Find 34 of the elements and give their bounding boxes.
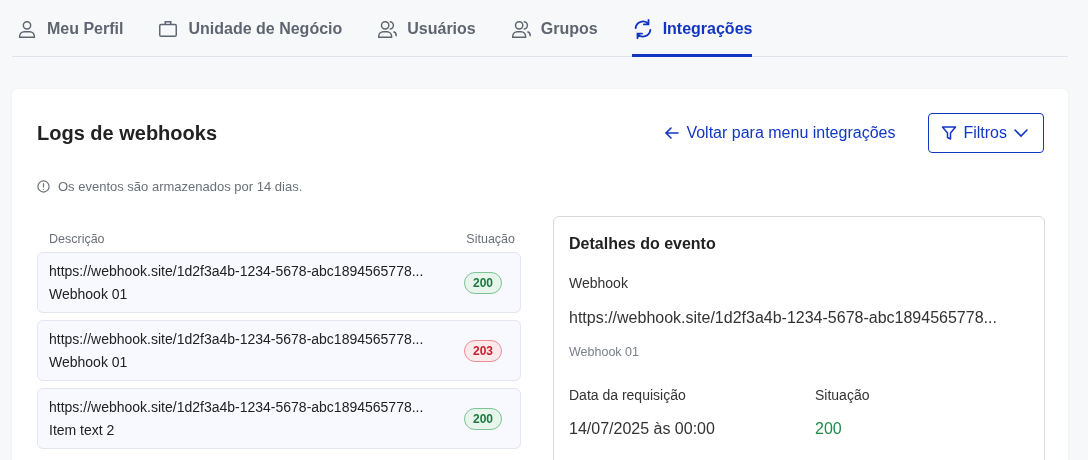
arrow-left-icon: [664, 125, 681, 141]
tab[interactable]: Unidade de Negócio: [157, 0, 343, 57]
log-name: Webhook 01: [49, 354, 129, 370]
tab[interactable]: Grupos: [509, 0, 598, 57]
info-icon: [37, 180, 50, 193]
notice-text: Os eventos são armazenados por 14 dias.: [58, 179, 303, 194]
field-label: Situação: [815, 387, 871, 403]
tab[interactable]: Usuários: [376, 0, 476, 57]
column-header: Descrição: [49, 232, 105, 246]
details-title: Detalhes do evento: [569, 235, 717, 253]
log-url: https://webhook.site/1d2f3a4b-1234-5678-abc1894565778...: [49, 331, 425, 347]
webhook-url: https://webhook.site/1d2f3a4b-1234-5678-abc1894565778...: [569, 309, 998, 327]
log-item[interactable]: https://webhook.site/1d2f3a4b-1234-5678-abc1894565778... Webhook 01 203: [37, 320, 521, 381]
back-link[interactable]: Voltar para menu integrações: [664, 124, 896, 142]
log-url: https://webhook.site/1d2f3a4b-1234-5678-abc1894565778...: [49, 263, 425, 279]
filter-button[interactable]: Filtros: [928, 113, 1044, 153]
log-name: Webhook 01: [49, 286, 129, 302]
status-badge: 200: [463, 407, 502, 430]
funnel-icon: [941, 125, 958, 141]
tab[interactable]: Integrações: [631, 0, 753, 57]
status-badge: 203: [463, 339, 502, 362]
field-label: Data da requisição: [569, 387, 687, 403]
column-header: Situação: [466, 232, 515, 246]
webhook-name: Webhook 01: [569, 345, 640, 359]
request-date: 14/07/2025 às 00:00: [569, 420, 716, 438]
tab[interactable]: Meu Perfil: [16, 0, 124, 57]
status-badge: 200: [463, 271, 502, 294]
log-name: Item text 2: [49, 422, 116, 438]
field-label: Webhook: [569, 275, 629, 291]
log-url: https://webhook.site/1d2f3a4b-1234-5678-abc1894565778...: [49, 399, 425, 415]
log-item[interactable]: https://webhook.site/1d2f3a4b-1234-5678-abc1894565778... Item text 2 200: [37, 388, 521, 449]
page-title: Logs de webhooks: [37, 121, 219, 145]
status-value: 200: [815, 420, 843, 438]
log-item[interactable]: https://webhook.site/1d2f3a4b-1234-5678-abc1894565778... Webhook 01 200: [37, 252, 521, 313]
